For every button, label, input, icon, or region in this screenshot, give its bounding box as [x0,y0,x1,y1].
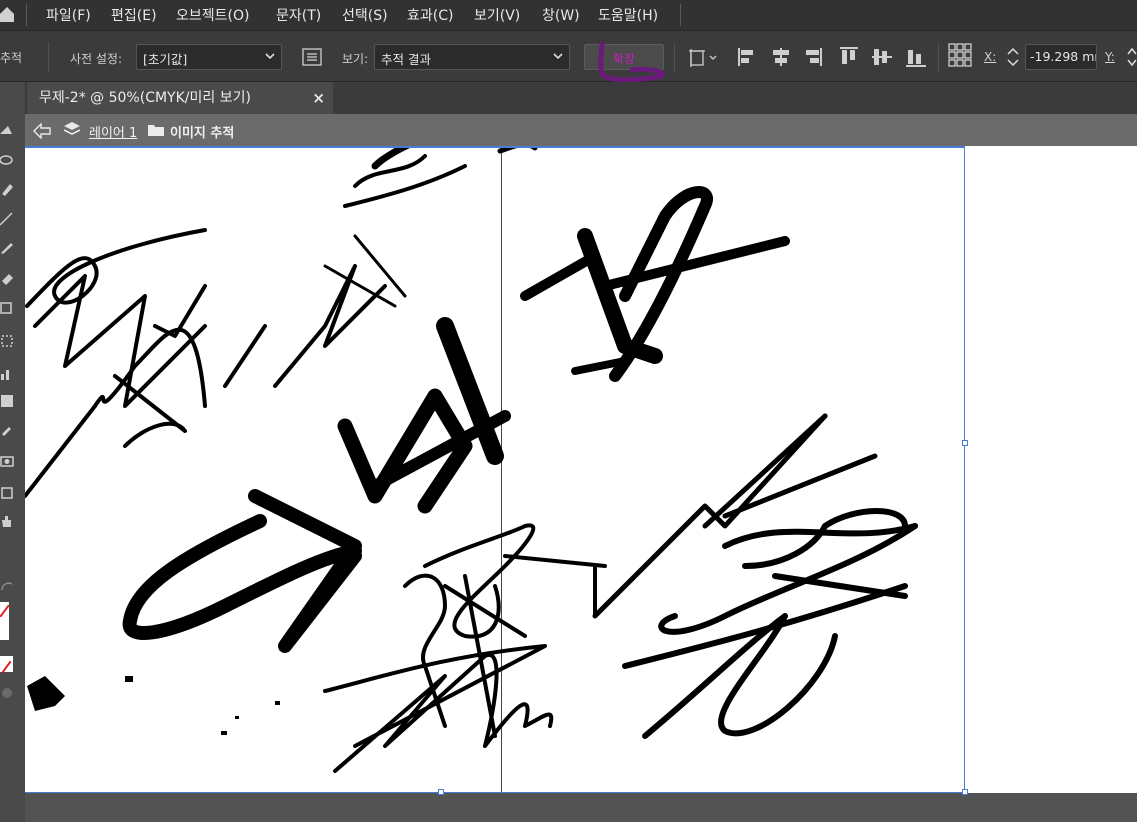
line-tool-icon[interactable] [0,212,14,226]
layers-icon [63,122,81,135]
gradient-tool-icon[interactable] [0,394,14,408]
eraser-tool-icon[interactable] [0,272,14,286]
x-position-input[interactable]: -19.298 mn [1025,44,1097,70]
reference-point-icon[interactable] [948,43,972,67]
resize-handle[interactable] [962,440,968,446]
preset-dropdown[interactable]: [초기값] [136,44,282,70]
brush-tool-icon[interactable] [0,240,14,254]
menu-bar: 파일(F) 편집(E) 오브젝트(O) 문자(T) 선택(S) 효과(C) 보기… [0,0,1137,30]
trace-panel-icon[interactable] [302,48,322,66]
document-tab-bar: 무제-2* @ 50%(CMYK/미리 보기) × [25,82,1137,114]
menu-file[interactable]: 파일(F) [46,5,91,25]
free-transform-tool-icon[interactable] [0,334,14,348]
breadcrumb-object: 이미지 추적 [170,126,235,141]
hand-tool-icon[interactable] [0,514,14,528]
y-label: Y: [1105,50,1115,64]
resize-handle[interactable] [962,789,968,795]
x-position-value: -19.298 mn [1030,49,1097,64]
pen-tool-icon[interactable] [0,182,14,196]
view-label: 보기: [342,52,369,66]
menu-separator [680,4,681,26]
control-bar: 추적 사전 설정: [초기값] 보기: 추적 결과 확장 X: -19.298 … [0,30,1137,83]
back-arrow-icon[interactable] [33,123,51,139]
divider [674,42,675,72]
align-icons[interactable] [736,45,932,69]
selection-bounding-box [25,146,965,793]
document-tab[interactable]: 무제-2* @ 50%(CMYK/미리 보기) × [27,82,333,114]
menu-type[interactable]: 문자(T) [276,5,321,25]
artboard-tool-icon[interactable] [0,486,14,500]
menu-effect[interactable]: 효과(C) [407,5,453,25]
x-label: X: [984,50,997,64]
breadcrumb-layer[interactable]: 레이어 1 [89,122,137,141]
drawing-mode-icon[interactable] [0,686,14,700]
fill-swatch[interactable] [0,602,10,640]
stepper-icon[interactable] [1126,45,1137,69]
graph-tool-icon[interactable] [0,366,14,380]
camera-tool-icon[interactable] [0,454,14,468]
none-color-icon [1,660,12,674]
document-tab-title: 무제-2* @ 50%(CMYK/미리 보기) [39,90,251,106]
isolation-mode-bar: 레이어 1 이미지 추적 [25,114,1137,146]
menu-window[interactable]: 창(W) [542,5,580,25]
view-dropdown[interactable]: 추적 결과 [374,44,570,70]
selection-tool-icon[interactable] [0,122,14,136]
transform-icon[interactable] [688,47,720,67]
menu-separator [26,4,27,26]
swap-colors-icon[interactable] [0,580,14,594]
annotation-mark [598,41,666,83]
menu-object[interactable]: 오브젝트(O) [176,5,249,25]
tools-panel [0,82,25,822]
panel-name: 추적 [0,51,23,65]
resize-handle[interactable] [438,789,444,795]
menu-help[interactable]: 도움말(H) [598,5,658,25]
preset-label: 사전 설정: [70,52,123,66]
menu-edit[interactable]: 편집(E) [111,5,157,25]
home-icon[interactable] [0,6,14,22]
stepper-icon[interactable] [1006,45,1020,69]
eyedropper-tool-icon[interactable] [0,422,14,436]
view-value: 추적 결과 [381,52,431,67]
folder-icon [148,125,164,136]
chevron-down-icon [553,53,563,60]
menu-view[interactable]: 보기(V) [474,5,520,25]
scale-tool-icon[interactable] [0,302,14,316]
menu-select[interactable]: 선택(S) [342,5,388,25]
stroke-swatch[interactable] [0,656,13,674]
preset-value: [초기값] [143,52,188,67]
lasso-tool-icon[interactable] [0,154,14,168]
divider [48,42,49,72]
close-icon[interactable]: × [312,89,325,107]
chevron-down-icon [265,53,275,60]
none-color-icon [0,604,10,618]
divider [938,42,939,72]
canvas[interactable] [25,146,1137,822]
